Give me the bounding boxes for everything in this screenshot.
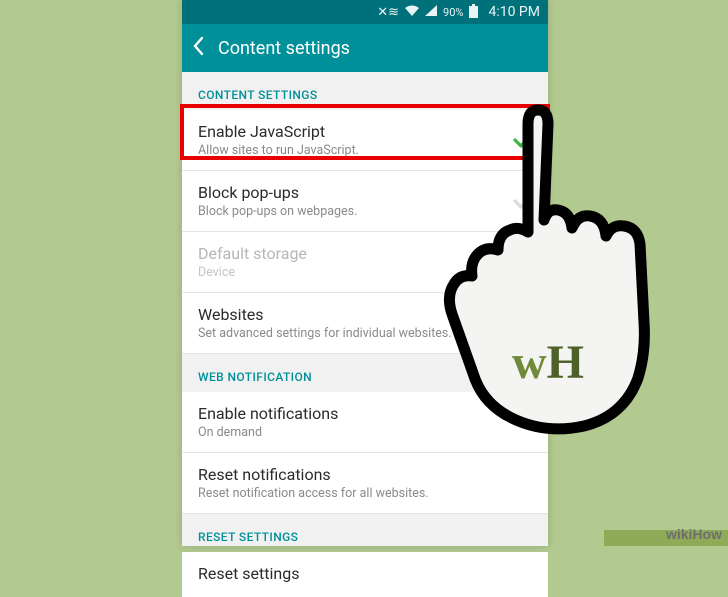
section-header-reset: RESET SETTINGS: [182, 514, 548, 552]
section-header-web-notification: WEB NOTIFICATION: [182, 354, 548, 392]
item-title: Reset settings: [198, 564, 532, 583]
item-enable-notifications[interactable]: Enable notifications On demand: [182, 392, 548, 453]
item-reset-settings[interactable]: Reset settings: [182, 552, 548, 597]
watermark: wikiHow: [666, 526, 722, 542]
section-header-content: CONTENT SETTINGS: [182, 72, 548, 110]
phone-frame: ✕≋ 90% 4:10 PM Content settings CONTENT …: [182, 0, 548, 546]
header-bar: Content settings: [182, 24, 548, 72]
item-websites[interactable]: Websites Set advanced settings for indiv…: [182, 293, 548, 354]
item-subtitle: Block pop-ups on webpages.: [198, 204, 532, 219]
signal-icon: [425, 5, 437, 20]
vibrate-icon: ✕≋: [377, 5, 399, 20]
battery-icon: [469, 4, 478, 21]
item-title: Websites: [198, 305, 532, 324]
item-subtitle: Reset notification access for all websit…: [198, 486, 532, 501]
item-enable-javascript[interactable]: Enable JavaScript Allow sites to run Jav…: [182, 110, 548, 171]
item-default-storage: Default storage Device: [182, 232, 548, 293]
item-subtitle: Device: [198, 265, 532, 280]
item-subtitle: On demand: [198, 425, 532, 440]
item-title: Default storage: [198, 244, 532, 263]
status-bar: ✕≋ 90% 4:10 PM: [182, 0, 548, 24]
item-title: Reset notifications: [198, 465, 532, 484]
item-reset-notifications[interactable]: Reset notifications Reset notification a…: [182, 453, 548, 514]
check-icon[interactable]: [512, 129, 534, 151]
item-subtitle: Allow sites to run JavaScript.: [198, 143, 532, 158]
header-title: Content settings: [218, 38, 350, 59]
item-title: Enable notifications: [198, 404, 532, 423]
item-title: Block pop-ups: [198, 183, 532, 202]
item-title: Enable JavaScript: [198, 122, 532, 141]
battery-percent: 90%: [443, 6, 463, 19]
back-icon[interactable]: [192, 36, 204, 61]
status-time: 4:10 PM: [488, 4, 540, 20]
item-block-popups[interactable]: Block pop-ups Block pop-ups on webpages.: [182, 171, 548, 232]
item-subtitle: Set advanced settings for individual web…: [198, 326, 532, 341]
check-icon[interactable]: [512, 190, 534, 212]
wifi-icon: [405, 5, 419, 20]
